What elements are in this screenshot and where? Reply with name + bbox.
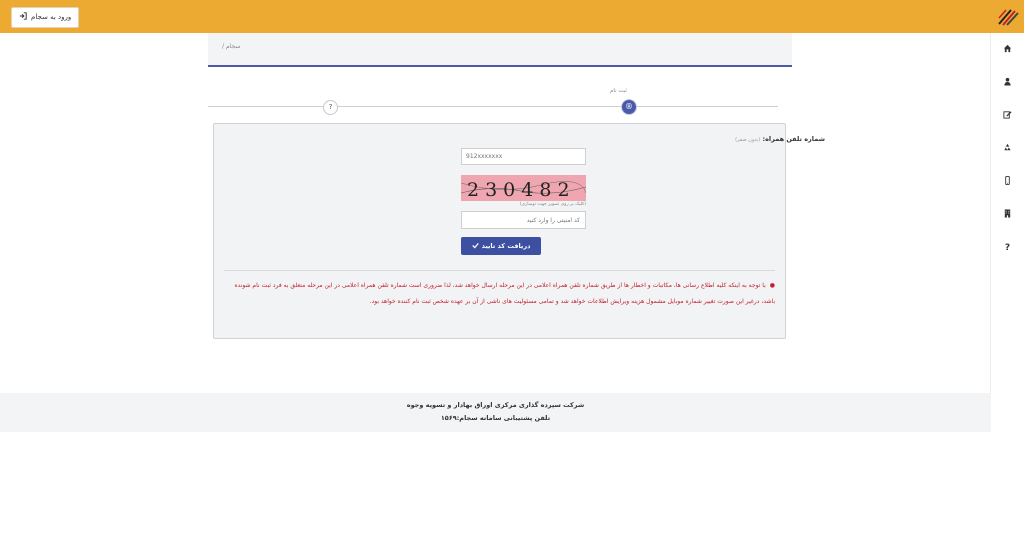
sign-in-icon (19, 8, 27, 27)
recycle-icon (1003, 143, 1012, 155)
sidebar-item-mobile[interactable] (991, 165, 1024, 198)
login-button[interactable]: ورود به سجام (11, 7, 80, 28)
sidebar-item-building[interactable] (991, 198, 1024, 231)
step-label-register: ثبت نام (610, 88, 627, 94)
check-icon (471, 242, 479, 251)
footer-support-phone: تلفن پشتیبانی سامانه سجام:۱۵۶۹ (440, 414, 551, 422)
sidebar-item-profile[interactable] (991, 66, 1024, 99)
mobile-icon (1003, 175, 1012, 188)
bullet-icon: ● (769, 282, 775, 289)
phone-hint: (بدون صفر) (735, 137, 761, 143)
phone-label-text: شماره تلفن همراه: (762, 135, 826, 143)
edit-icon (1003, 110, 1012, 122)
phone-input[interactable] (461, 148, 586, 165)
footer-company: شرکت سپرده گذاری مرکزی اوراق بهادار و تس… (406, 401, 585, 409)
building-icon (1003, 208, 1012, 221)
phone-label: شماره تلفن همراه: (بدون صفر) (735, 135, 825, 143)
top-bar: ورود به سجام (0, 0, 1024, 33)
phone-ownership-notice: ●با توجه به اینکه کلیه اطلاع رسانی ها، م… (230, 278, 775, 310)
user-icon (1003, 77, 1012, 89)
sejam-logo-icon[interactable] (991, 0, 1024, 33)
step-next: ? (323, 100, 338, 115)
submit-label: دریافت کد تایید (481, 242, 531, 250)
login-label: ورود به سجام (31, 13, 72, 21)
breadcrumb: سجام / (222, 43, 240, 50)
panel-divider (224, 270, 775, 271)
footer: شرکت سپرده گذاری مرکزی اوراق بهادار و تس… (0, 393, 991, 432)
sidebar-item-recycle[interactable] (991, 132, 1024, 165)
sidebar-item-edit[interactable] (991, 99, 1024, 132)
captcha-refresh-hint: (کلیک بر روی تصویر جهت نوسازی) (519, 202, 586, 207)
right-sidebar: ? (990, 33, 1024, 432)
breadcrumb-item[interactable]: سجام (226, 43, 240, 50)
sidebar-item-help[interactable]: ? (991, 231, 1024, 264)
breadcrumb-separator: / (222, 43, 225, 50)
question-icon: ? (1004, 242, 1011, 253)
notice-text: با توجه به اینکه کلیه اطلاع رسانی ها، مک… (234, 282, 775, 305)
sidebar-item-home[interactable] (991, 33, 1024, 66)
captcha-text: 230482 (467, 179, 576, 201)
captcha-image[interactable]: 230482 (460, 175, 587, 201)
security-code-input[interactable] (461, 211, 586, 229)
stepper-line (208, 106, 778, 107)
step-register-active: ® (622, 100, 636, 114)
get-verification-code-button[interactable]: دریافت کد تایید (461, 237, 541, 255)
home-icon (1003, 44, 1012, 56)
breadcrumb-bar: سجام / (208, 33, 792, 67)
